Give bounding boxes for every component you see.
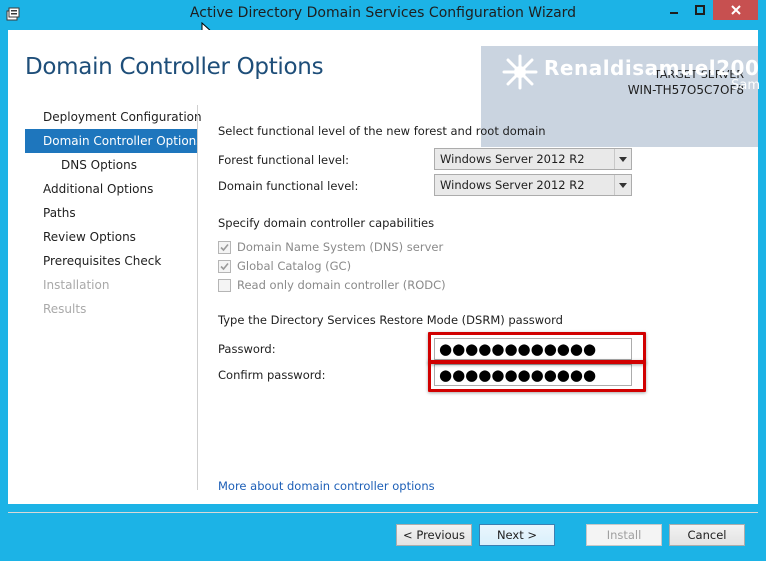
wizard-content: Domain Controller Options TARGET SERVER …: [8, 30, 760, 513]
dns-server-checkbox[interactable]: [218, 240, 231, 254]
maximize-icon: [695, 5, 705, 15]
nav-item-results: Results: [43, 302, 87, 316]
nav-item-dns-options[interactable]: DNS Options: [25, 153, 197, 177]
wizard-footer: < Previous Next > Install Cancel: [8, 512, 758, 561]
global-catalog-label: Global Catalog (GC): [237, 259, 352, 273]
main-panel: Select functional level of the new fores…: [218, 30, 738, 500]
wizard-nav: Deployment Configuration Domain Controll…: [25, 105, 203, 321]
minimize-icon: [669, 12, 678, 14]
more-options-link[interactable]: More about domain controller options: [218, 479, 435, 493]
wizard-window: Active Directory Domain Services Configu…: [0, 0, 766, 561]
cancel-button[interactable]: Cancel: [669, 524, 745, 546]
domain-level-value: Windows Server 2012 R2: [440, 178, 585, 192]
rodc-label: Read only domain controller (RODC): [237, 278, 446, 292]
checkmark-icon: [220, 243, 229, 251]
nav-item-prerequisites-check[interactable]: Prerequisites Check: [25, 249, 197, 273]
rodc-checkbox-row[interactable]: Read only domain controller (RODC): [218, 276, 446, 294]
confirm-password-label: Confirm password:: [218, 368, 326, 382]
forest-level-dropdown[interactable]: [614, 149, 631, 169]
close-icon: [730, 5, 741, 15]
minimize-button[interactable]: [660, 0, 687, 20]
checkmark-icon: [220, 262, 229, 270]
window-controls: [660, 0, 758, 20]
rodc-checkbox[interactable]: [218, 278, 231, 292]
title-bar[interactable]: Active Directory Domain Services Configu…: [0, 0, 766, 42]
close-button[interactable]: [713, 0, 758, 20]
global-catalog-checkbox-row[interactable]: Global Catalog (GC): [218, 257, 351, 275]
domain-level-select[interactable]: Windows Server 2012 R2: [434, 174, 632, 196]
install-button: Install: [586, 524, 662, 546]
maximize-button[interactable]: [687, 0, 713, 20]
next-button[interactable]: Next >: [479, 524, 555, 546]
forest-level-label: Forest functional level:: [218, 153, 350, 167]
nav-item-deployment-configuration[interactable]: Deployment Configuration: [25, 105, 202, 129]
nav-item-domain-controller-options[interactable]: Domain Controller Options: [25, 129, 203, 153]
chevron-down-icon: [619, 156, 627, 162]
nav-divider: [197, 105, 198, 490]
functional-level-heading: Select functional level of the new fores…: [218, 124, 546, 138]
nav-item-paths[interactable]: Paths: [25, 201, 197, 225]
window-title: Active Directory Domain Services Configu…: [189, 5, 577, 21]
password-label: Password:: [218, 342, 276, 356]
confirm-password-highlight: [428, 360, 646, 392]
forest-level-value: Windows Server 2012 R2: [440, 152, 585, 166]
capabilities-heading: Specify domain controller capabilities: [218, 216, 435, 230]
chevron-down-icon: [619, 182, 627, 188]
domain-level-dropdown[interactable]: [614, 175, 631, 195]
previous-button[interactable]: < Previous: [396, 524, 472, 546]
forest-level-select[interactable]: Windows Server 2012 R2: [434, 148, 632, 170]
nav-item-additional-options[interactable]: Additional Options: [25, 177, 197, 201]
domain-level-label: Domain functional level:: [218, 179, 359, 193]
nav-item-review-options[interactable]: Review Options: [25, 225, 197, 249]
dsrm-heading: Type the Directory Services Restore Mode…: [218, 313, 563, 327]
global-catalog-checkbox[interactable]: [218, 259, 231, 273]
dns-server-label: Domain Name System (DNS) server: [237, 240, 444, 254]
dns-server-checkbox-row[interactable]: Domain Name System (DNS) server: [218, 238, 443, 256]
nav-item-installation: Installation: [43, 278, 110, 292]
